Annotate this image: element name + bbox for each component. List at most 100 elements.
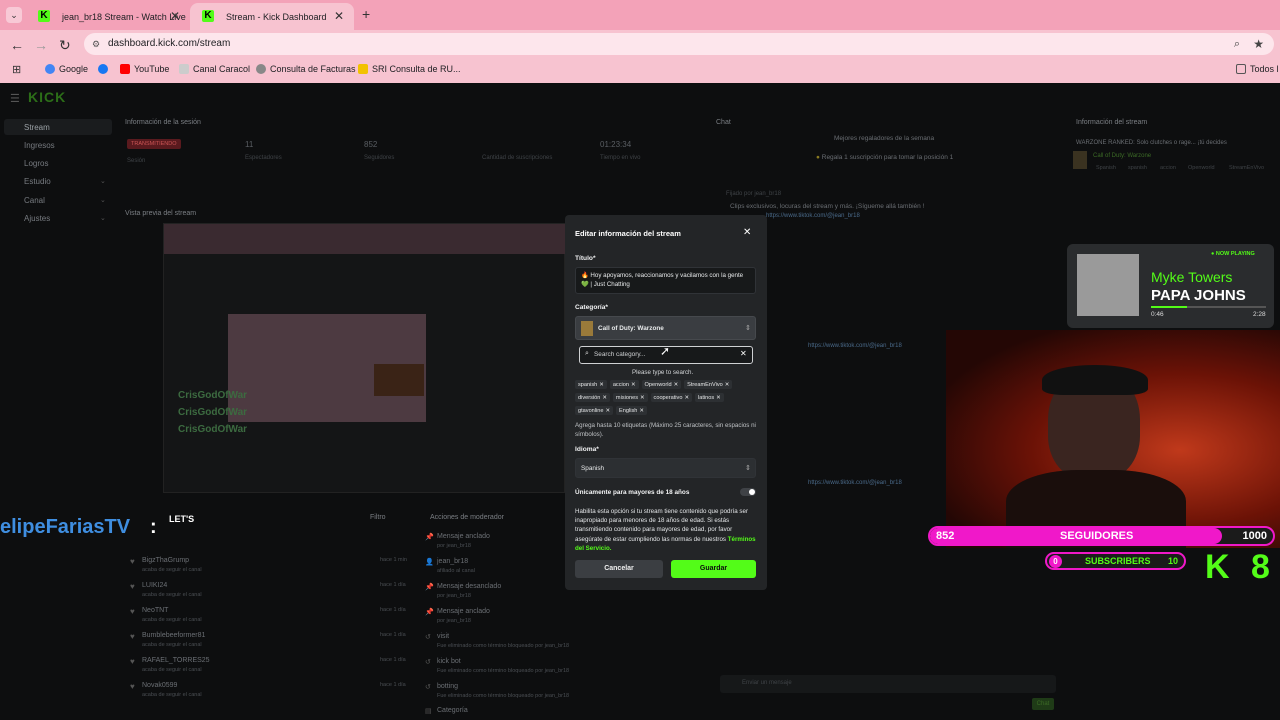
bookmarks-bar: ⊞ Google YouTube Canal Caracol Consulta …: [0, 58, 1280, 83]
tag-chip[interactable]: misiones ✕: [612, 393, 648, 402]
chat-input[interactable]: Enviar un mensaje: [720, 675, 1056, 693]
save-button[interactable]: Guardar: [671, 560, 756, 578]
streamer-cap: [1042, 365, 1148, 395]
chat-send-button[interactable]: Chat: [1032, 698, 1054, 710]
stat-label: Sesión: [127, 158, 146, 164]
site-info-icon[interactable]: ⚙: [92, 33, 100, 55]
kick-favicon-icon: K: [38, 10, 50, 22]
chat-link[interactable]: https://www.tiktok.com/@jean_br18: [808, 343, 902, 349]
bookmark-youtube[interactable]: YouTube: [120, 64, 169, 74]
remove-tag-icon[interactable]: ✕: [725, 382, 730, 388]
tags-list: spanish ✕ accion ✕ Openworld ✕ StreamEnVivo…: [575, 378, 759, 417]
address-bar-row: ← → ↻ ⚙ dashboard.kick.com/stream ⌕ ★: [0, 30, 1280, 58]
tag-chip[interactable]: spanish ✕: [575, 380, 607, 389]
chevron-updown-icon: ⇕: [745, 325, 751, 332]
stream-info-category[interactable]: Call of Duty: Warzone: [1093, 153, 1151, 159]
preview-browser-bar: [164, 224, 566, 254]
modal-title: Editar información del stream: [575, 229, 681, 238]
preview-cam: [374, 364, 424, 396]
sidebar-item-canal[interactable]: Canal: [24, 196, 45, 205]
remove-tag-icon[interactable]: ✕: [639, 408, 644, 414]
sidebar-item-stream[interactable]: Stream: [24, 123, 50, 132]
bookmark-all[interactable]: Todos l: [1236, 64, 1279, 74]
remove-tag-icon[interactable]: ✕: [602, 395, 607, 401]
bookmark-facebook[interactable]: [98, 64, 108, 74]
song-title: PAPA JOHNS: [1151, 287, 1246, 304]
tag-chip[interactable]: English ✕: [616, 406, 648, 415]
adult-toggle[interactable]: [740, 488, 756, 496]
bookmark-sri[interactable]: SRI Consulta de RU...: [358, 64, 461, 74]
pinned-link[interactable]: https://www.tiktok.com/@jean_br18: [766, 213, 860, 219]
stream-info-tag: spanish: [1128, 165, 1147, 171]
remove-tag-icon[interactable]: ✕: [716, 395, 721, 401]
song-progress-track: [1151, 306, 1266, 308]
bookmark-caracol[interactable]: Canal Caracol: [179, 64, 250, 74]
url-input[interactable]: ⚙ dashboard.kick.com/stream ⌕ ★: [84, 33, 1274, 55]
chevron-down-icon: ⌄: [100, 178, 106, 185]
close-tab-icon[interactable]: ✕: [170, 9, 180, 23]
undo-icon: ↺: [425, 659, 431, 666]
menu-icon[interactable]: ☰: [10, 92, 20, 105]
title-input[interactable]: 🔥 Hoy apoyamos, reaccionamos y vacilamos…: [575, 267, 756, 294]
chat-link[interactable]: https://www.tiktok.com/@jean_br18: [808, 480, 902, 486]
youtube-icon: [120, 64, 130, 74]
followers-filter[interactable]: Filtro: [370, 514, 386, 521]
tag-chip[interactable]: Openworld ✕: [641, 380, 682, 389]
remove-tag-icon[interactable]: ✕: [631, 382, 636, 388]
browser-tab-bar: ⌄ K jean_br18 Stream - Watch Live ✕ K St…: [0, 0, 1280, 30]
tags-help: Agrega hasta 10 etiquetas (Máximo 25 car…: [575, 422, 756, 438]
language-select[interactable]: Spanish ⇕: [575, 458, 756, 478]
tag-chip[interactable]: accion ✕: [609, 380, 639, 389]
apps-grid-icon[interactable]: ⊞: [12, 63, 21, 76]
remove-tag-icon[interactable]: ✕: [599, 382, 604, 388]
sidebar-item-ingresos[interactable]: Ingresos: [24, 141, 55, 150]
pinned-label: Fijado por jean_br18: [726, 191, 782, 197]
gift-cta[interactable]: ● Regala 1 suscripción para tomar la pos…: [816, 154, 953, 161]
category-thumb: [581, 321, 593, 336]
now-playing-badge: ● NOW PLAYING: [1211, 251, 1255, 257]
song-progress-fill: [1151, 306, 1187, 308]
sidebar-item-logros[interactable]: Logros: [24, 159, 48, 168]
bookmark-star-icon[interactable]: ★: [1253, 33, 1264, 55]
heart-icon: ♥: [130, 632, 135, 641]
tag-chip[interactable]: cooperativo ✕: [650, 393, 693, 402]
sidebar-item-estudio[interactable]: Estudio: [24, 177, 51, 186]
category-label: Categoría*: [575, 304, 608, 311]
clear-search-icon[interactable]: ✕: [740, 349, 747, 358]
bookmark-google[interactable]: Google: [45, 64, 88, 74]
kick-logo: KICK: [28, 89, 67, 105]
tag-chip[interactable]: latinos ✕: [694, 393, 724, 402]
zoom-icon[interactable]: ⌕: [1234, 33, 1240, 55]
reload-icon[interactable]: ↻: [59, 37, 71, 54]
remove-tag-icon[interactable]: ✕: [606, 408, 611, 414]
forward-icon[interactable]: →: [34, 37, 48, 53]
mouse-cursor-icon: ➚: [660, 344, 671, 358]
back-icon[interactable]: ←: [10, 37, 24, 53]
album-art: [1077, 254, 1139, 316]
cancel-button[interactable]: Cancelar: [575, 560, 663, 578]
tag-chip[interactable]: StreamEnVivo ✕: [684, 380, 733, 389]
remove-tag-icon[interactable]: ✕: [640, 395, 645, 401]
category-select[interactable]: Call of Duty: Warzone ⇕: [575, 316, 756, 340]
undo-icon: ↺: [425, 634, 431, 641]
tab-watch-live[interactable]: K jean_br18 Stream - Watch Live ✕: [26, 3, 190, 30]
new-tab-icon[interactable]: +: [362, 6, 370, 22]
search-icon: ⌕: [585, 350, 589, 357]
close-icon[interactable]: ✕: [743, 227, 751, 238]
adult-label: Únicamente para mayores de 18 años: [575, 489, 690, 496]
tag-chip[interactable]: diversión ✕: [575, 393, 611, 402]
bookmark-facturas[interactable]: Consulta de Facturas: [256, 64, 356, 74]
close-tab-icon[interactable]: ✕: [334, 9, 344, 23]
pin-icon: 📌: [425, 609, 434, 616]
tab-kick-dashboard[interactable]: K Stream - Kick Dashboard ✕: [190, 3, 354, 30]
sidebar-item-ajustes[interactable]: Ajustes: [24, 214, 50, 223]
remove-tag-icon[interactable]: ✕: [684, 395, 689, 401]
chat-panel-title: Chat: [716, 119, 731, 126]
stat-value: 01:23:34: [600, 140, 632, 149]
remove-tag-icon[interactable]: ✕: [674, 382, 679, 388]
tab-search-icon[interactable]: ⌄: [6, 7, 22, 23]
title-label: Título*: [575, 255, 596, 262]
tag-chip[interactable]: gtavonline ✕: [575, 406, 614, 415]
heart-icon: ♥: [130, 582, 135, 591]
search-hint: Please type to search.: [632, 369, 694, 376]
